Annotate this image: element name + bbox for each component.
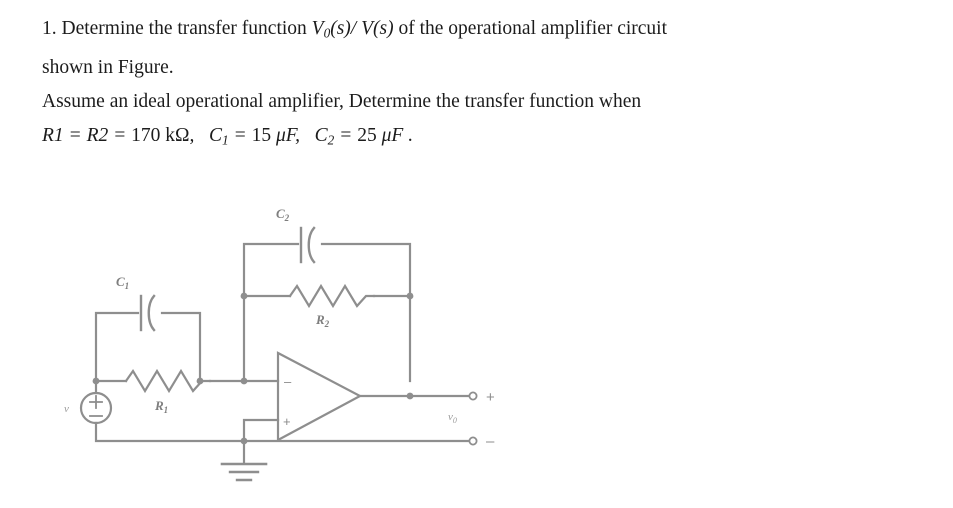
c2-value-expression: C2 = 25 μF . [314,124,414,148]
source-voltage-label: v [64,403,69,415]
c1-value-expression: C1 = 15 μF, [209,124,301,148]
junction-dot-input [92,377,100,385]
terminal-plus-sign: + [486,389,495,406]
question-line-3: Assume an ideal operational amplifier, D… [42,90,642,112]
ground-symbol [220,439,268,482]
junction-dot-inverting [240,377,248,385]
output-terminal-minus[interactable] [468,436,478,446]
voltage-source-symbol [79,391,113,425]
c1-label: C1 [116,274,129,291]
question-line-1: 1. Determine the transfer function V0(s)… [42,12,942,51]
opamp-inverting-sign: – [284,374,292,389]
r2-label: R2 [315,312,330,329]
c2-branch-wires [242,242,412,298]
capacitor-c2-symbol [299,226,316,264]
c2-label: C2 [276,206,290,223]
terminal-minus-sign: – [486,433,495,450]
output-voltage-label: v0 [448,411,457,425]
junction-dot-output [406,392,414,400]
opamp-noninverting-input-wire [242,418,280,443]
junction-dot-c1-r1-right [196,377,204,385]
question-line-1-tail: of the operational amplifier circuit [398,18,668,39]
question-line-2: shown in Figure. [42,56,174,78]
circuit-figure: C2 R2 C1 R1 v v0 + – – + [52,188,512,498]
question-text-block: 1. Determine the transfer function V0(s)… [42,12,942,157]
junction-dot-ground [240,437,248,445]
circuit-diagram-svg: C2 R2 C1 R1 v v0 + – – + [64,206,495,482]
page-canvas: 1. Determine the transfer function V0(s)… [0,0,953,508]
capacitor-c1-symbol [139,294,156,332]
question-line-1-text: Determine the transfer function [61,18,307,39]
c1-branch-wires [94,311,202,383]
r1-label: R1 [154,398,168,415]
junction-dot-feedback-right [406,292,414,300]
opamp-noninverting-sign: + [283,414,291,429]
output-terminal-plus[interactable] [468,391,478,401]
transfer-function-expression: V0(s)/ V(s) [311,18,394,41]
problem-number: 1. [42,18,57,39]
question-line-4-values: R1 = R2 = 170 kΩ, C1 = 15 μF, C2 = 25 μF… [42,119,942,158]
resistor-r2-symbol [288,283,376,309]
resistor-values-expression: R1 = R2 = 170 kΩ, [42,124,195,146]
junction-dot-feedback-left [240,292,248,300]
